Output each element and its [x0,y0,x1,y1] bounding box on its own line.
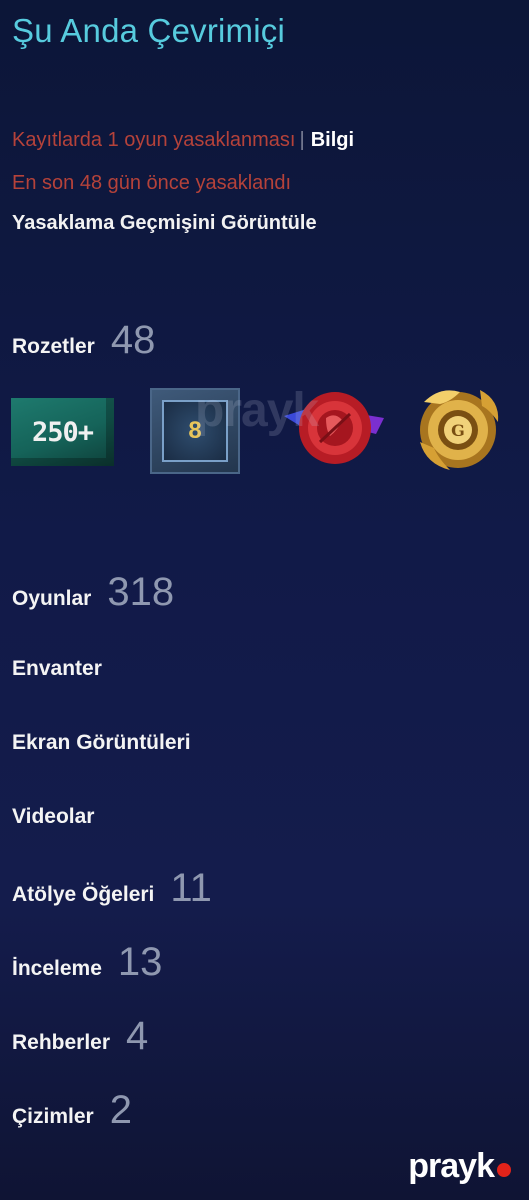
guides-count[interactable]: 4 [126,1014,148,1059]
artwork-link[interactable]: Çizimler 2 [12,1088,132,1133]
workshop-items-label[interactable]: Atölye Öğeleri [12,883,154,907]
videos-label[interactable]: Videolar [12,805,94,829]
badge-250-plus-icon[interactable]: 250+ [11,398,114,466]
workshop-items-link[interactable]: Atölye Öğeleri 11 [12,866,212,911]
last-ban-text: En son 48 gün önce yasaklandı [12,172,292,194]
svg-text:G: G [451,421,465,440]
ban-summary: Kayıtlarda 1 oyun yasaklanması | Bilgi [12,129,354,152]
games-count[interactable]: 318 [107,570,174,615]
artwork-count[interactable]: 2 [110,1088,132,1133]
videos-link[interactable]: Videolar [12,805,94,829]
badge-250-text: 250+ [31,416,94,448]
badges-link[interactable]: Rozetler 48 [12,318,155,363]
reviews-label[interactable]: İnceleme [12,957,102,981]
games-label[interactable]: Oyunlar [12,587,91,611]
watermark-text: prayk [408,1147,495,1185]
inventory-link[interactable]: Envanter [12,657,102,681]
reviews-link[interactable]: İnceleme 13 [12,940,162,985]
ban-info-link[interactable]: Bilgi [311,129,354,151]
watermark-dot-icon [497,1162,511,1177]
artwork-label[interactable]: Çizimler [12,1105,94,1129]
badges-count[interactable]: 48 [111,318,156,363]
badges-label[interactable]: Rozetler [12,335,95,359]
reviews-count[interactable]: 13 [118,940,163,985]
workshop-items-count[interactable]: 11 [170,866,212,911]
inventory-label[interactable]: Envanter [12,657,102,681]
watermark-logo: prayk [408,1147,511,1186]
guides-link[interactable]: Rehberler 4 [12,1014,148,1059]
ban-separator: | [299,129,305,151]
guides-label[interactable]: Rehberler [12,1031,110,1055]
ban-history-link[interactable]: Yasaklama Geçmişini Görüntüle [12,212,317,235]
watermark-logo-center: prayk [195,384,319,437]
online-status: Şu Anda Çevrimiçi [12,12,286,49]
screenshots-label[interactable]: Ekran Görüntüleri [12,731,191,755]
games-link[interactable]: Oyunlar 318 [12,570,174,615]
ban-count-text: Kayıtlarda 1 oyun yasaklanması [12,129,296,151]
screenshots-link[interactable]: Ekran Görüntüleri [12,731,191,755]
badge-gold-ornament-icon[interactable]: G [410,382,506,476]
